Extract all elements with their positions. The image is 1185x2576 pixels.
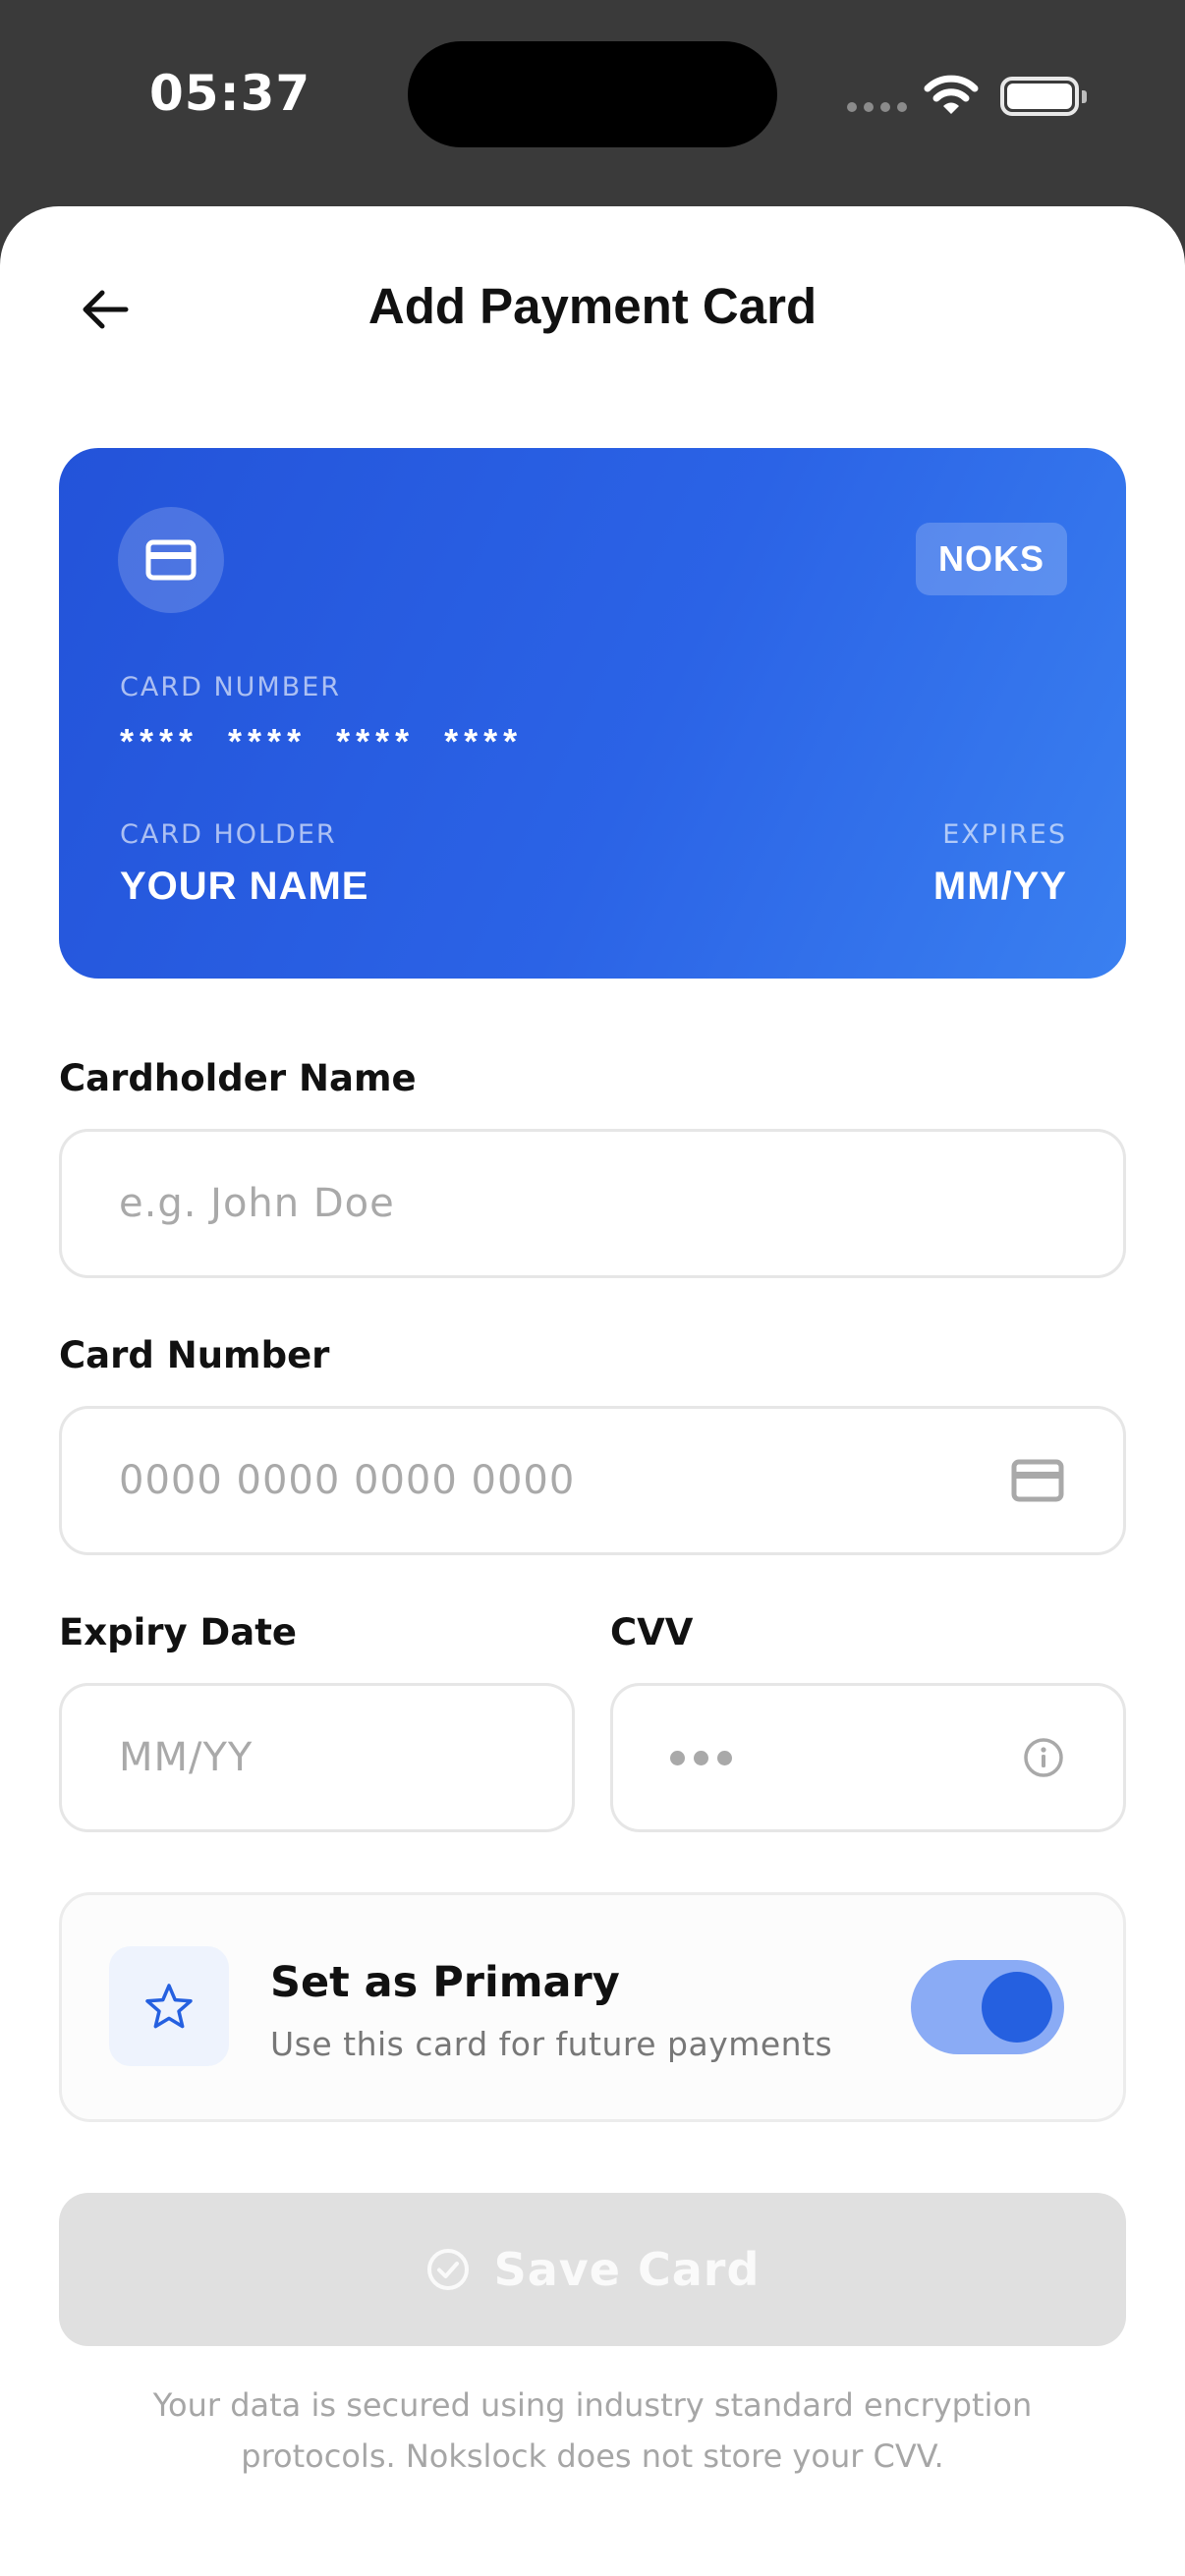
- card-number-label: CARD NUMBER: [120, 672, 342, 702]
- cvv-placeholder-dots: [670, 1750, 732, 1765]
- star-icon: [145, 1984, 193, 2029]
- security-note: Your data is secured using industry stan…: [152, 2386, 1033, 2475]
- dynamic-island: [408, 41, 777, 147]
- cvv-input[interactable]: [610, 1683, 1126, 1832]
- card-expires-preview: MM/YY: [932, 865, 1067, 908]
- wifi-icon: [924, 75, 979, 114]
- card-chip: [118, 507, 224, 613]
- signal-dots-icon: [847, 102, 907, 112]
- credit-card-icon: [145, 539, 197, 581]
- set-primary-row: Set as Primary Use this card for future …: [59, 1892, 1126, 2122]
- set-primary-subtitle: Use this card for future payments: [270, 2025, 833, 2063]
- card-preview: NOKS CARD NUMBER **** **** **** **** CAR…: [59, 448, 1126, 979]
- card-number-input[interactable]: 0000 0000 0000 0000: [59, 1406, 1126, 1555]
- credit-card-icon: [1011, 1459, 1064, 1502]
- card-brand-badge: NOKS: [916, 523, 1067, 595]
- set-primary-toggle[interactable]: [911, 1960, 1064, 2054]
- cardholder-name-placeholder: e.g. John Doe: [119, 1181, 395, 1226]
- expiry-date-placeholder: MM/YY: [119, 1735, 254, 1780]
- star-tile: [109, 1946, 229, 2066]
- save-card-button[interactable]: Save Card: [59, 2193, 1126, 2346]
- card-expires-label: EXPIRES: [942, 819, 1067, 850]
- expiry-date-label: Expiry Date: [59, 1611, 298, 1653]
- status-bar: 05:37: [0, 0, 1185, 206]
- cardholder-name-input[interactable]: e.g. John Doe: [59, 1129, 1126, 1278]
- set-primary-title: Set as Primary: [270, 1958, 620, 2007]
- save-card-label: Save Card: [493, 2243, 761, 2296]
- card-number-preview: **** **** **** ****: [120, 721, 524, 761]
- card-holder-label: CARD HOLDER: [120, 819, 337, 850]
- card-number-field-label: Card Number: [59, 1334, 330, 1376]
- battery-icon: [1000, 77, 1087, 116]
- card-number-placeholder: 0000 0000 0000 0000: [119, 1458, 576, 1503]
- cardholder-name-label: Cardholder Name: [59, 1057, 417, 1099]
- status-time: 05:37: [149, 65, 311, 122]
- toggle-knob: [982, 1972, 1052, 2043]
- page-title: Add Payment Card: [367, 278, 818, 334]
- expiry-date-input[interactable]: MM/YY: [59, 1683, 575, 1832]
- check-circle-icon: [426, 2249, 469, 2290]
- card-holder-preview: YOUR NAME: [120, 865, 369, 908]
- info-icon[interactable]: [1023, 1737, 1064, 1778]
- cvv-label: CVV: [610, 1611, 694, 1653]
